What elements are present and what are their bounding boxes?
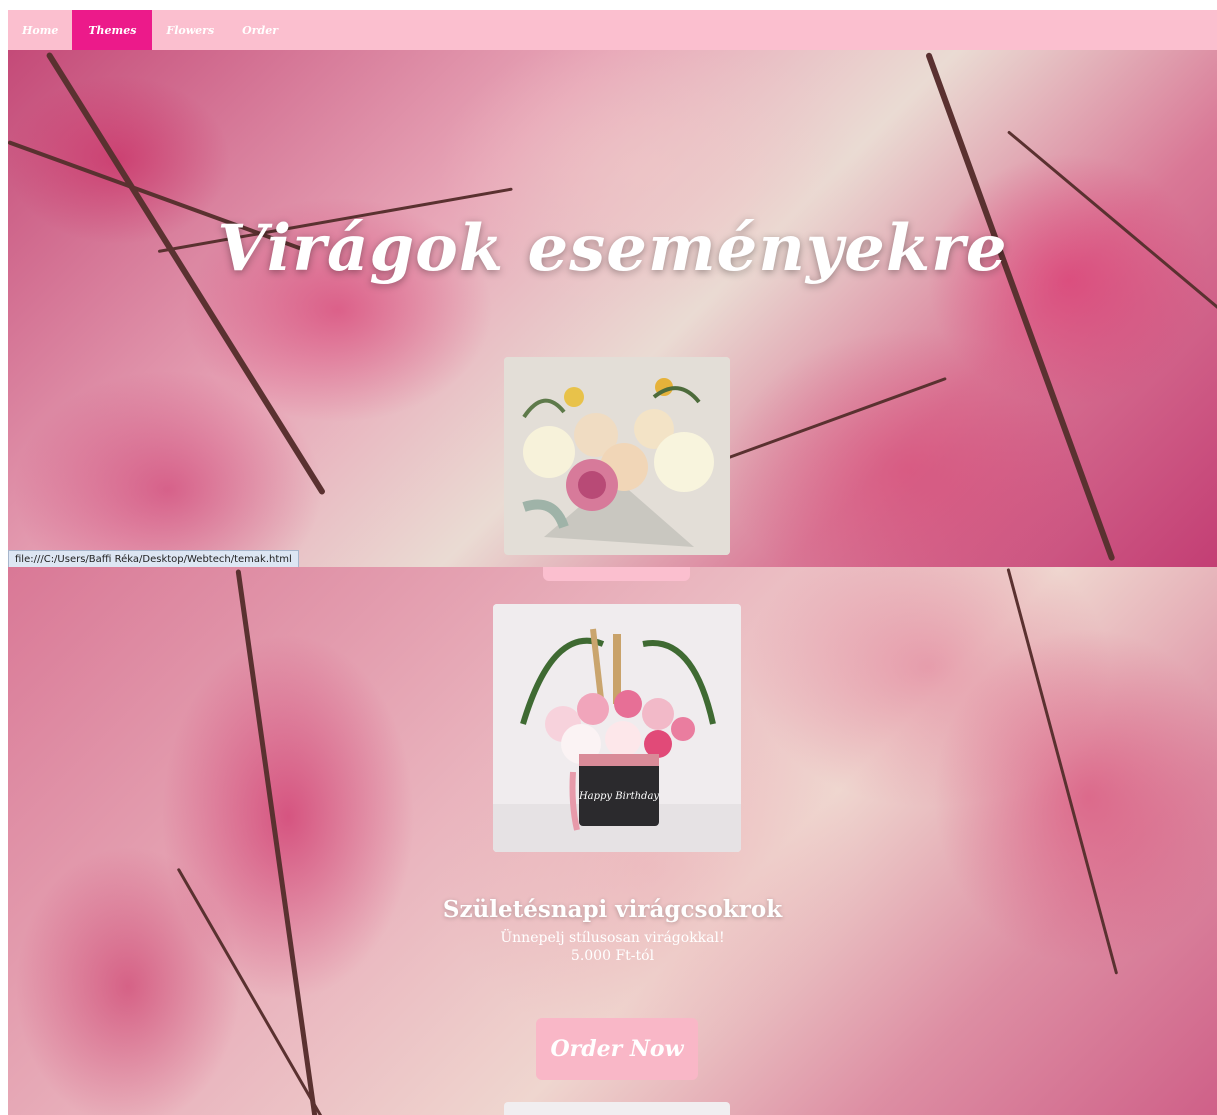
section-description: Ünnepelj stílusosan virágokkal! <box>500 930 725 946</box>
birthday-bouquet-illustration: Happy Birthday <box>493 604 741 852</box>
section-price: 5.000 Ft-tól <box>570 948 655 964</box>
hero-banner: Virágok eseményekre <box>8 50 1217 567</box>
birthday-bouquet-image: Happy Birthday <box>493 604 741 852</box>
nav-item-order[interactable]: Order <box>228 10 292 50</box>
branch-decoration <box>925 51 1116 562</box>
bouquet-image <box>504 357 730 555</box>
branch-decoration <box>235 569 319 1115</box>
bouquet-illustration <box>504 357 730 555</box>
nav-item-themes[interactable]: Themes <box>72 10 153 50</box>
previous-card-edge <box>543 567 690 581</box>
order-now-button[interactable]: Order Now <box>536 1018 698 1080</box>
theme-section: Happy Birthday Születésnapi virágcsokrok… <box>8 567 1217 1115</box>
box-label-text: Happy Birthday <box>578 791 659 802</box>
nav-item-flowers[interactable]: Flowers <box>152 10 228 50</box>
section-title: Születésnapi virágcsokrok <box>442 896 783 924</box>
top-nav: Home Themes Flowers Order <box>8 10 1217 50</box>
next-card-edge <box>504 1102 730 1115</box>
page-title: Virágok eseményekre <box>217 210 1008 286</box>
nav-item-home[interactable]: Home <box>8 10 72 50</box>
